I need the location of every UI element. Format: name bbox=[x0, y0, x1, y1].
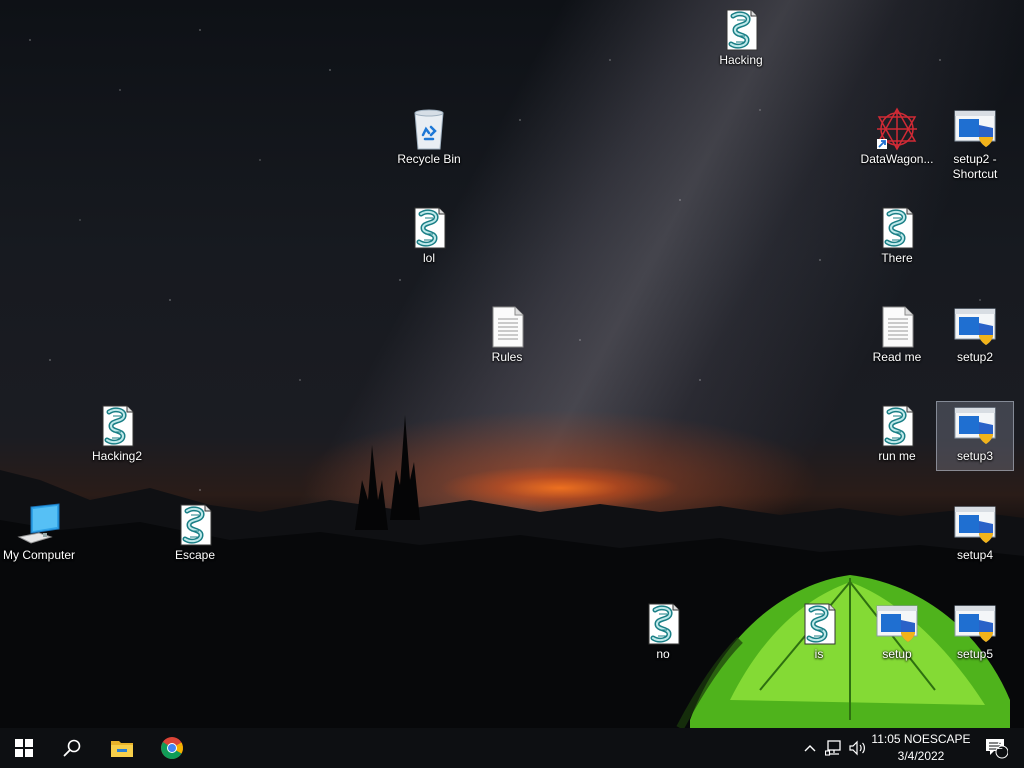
icon-label: Read me bbox=[872, 350, 922, 364]
desktop-icon-recycle-bin[interactable]: Recycle Bin bbox=[391, 105, 467, 170]
desktop-icon-setup3[interactable]: setup3 bbox=[936, 401, 1014, 471]
desktop-icon-my-computer[interactable]: My Computer bbox=[1, 501, 77, 566]
volume-button[interactable] bbox=[846, 728, 870, 768]
icon-label: Escape bbox=[174, 548, 216, 562]
desktop-icon-hacking[interactable]: Hacking bbox=[703, 6, 779, 71]
setup-installer-icon bbox=[953, 305, 997, 349]
datawagon-shortcut-icon bbox=[875, 107, 919, 151]
desktop-icon-hacking2[interactable]: Hacking2 bbox=[79, 402, 155, 467]
volume-icon bbox=[849, 740, 865, 756]
clock-date: 3/4/2022 bbox=[897, 749, 945, 763]
desktop-icon-rules[interactable]: Rules bbox=[469, 303, 545, 368]
icon-label: Rules bbox=[491, 350, 523, 364]
clock-time: 11:05 NOESCAPE bbox=[871, 732, 971, 746]
script-icon bbox=[173, 503, 217, 547]
icon-label: Hacking2 bbox=[91, 449, 143, 463]
show-hidden-icons-button[interactable] bbox=[800, 728, 820, 768]
chrome-button[interactable] bbox=[148, 728, 196, 768]
icon-label: is bbox=[814, 647, 824, 661]
script-icon bbox=[95, 404, 139, 448]
network-button[interactable] bbox=[822, 728, 846, 768]
icon-label: My Computer bbox=[2, 548, 76, 562]
desktop-icon-lol[interactable]: lol bbox=[391, 204, 467, 269]
desktop-icon-setup[interactable]: setup bbox=[859, 600, 935, 665]
text-file-icon bbox=[485, 305, 529, 349]
taskbar: 11:05 NOESCAPE 3/4/2022 2 bbox=[0, 728, 1024, 768]
chrome-icon bbox=[161, 737, 183, 759]
script-icon bbox=[875, 206, 919, 250]
icon-label: setup bbox=[882, 647, 912, 661]
setup-installer-icon bbox=[953, 107, 997, 151]
icon-label: DataWagon... bbox=[860, 152, 934, 166]
desktop-icon-setup5[interactable]: setup5 bbox=[937, 600, 1013, 665]
setup-installer-icon bbox=[953, 503, 997, 547]
script-icon bbox=[797, 602, 841, 646]
recycle-bin-icon bbox=[407, 107, 451, 151]
network-icon bbox=[825, 740, 841, 756]
search-icon bbox=[63, 739, 81, 757]
clock[interactable]: 11:05 NOESCAPE 3/4/2022 bbox=[868, 731, 974, 765]
script-icon bbox=[641, 602, 685, 646]
icon-label: setup5 bbox=[956, 647, 994, 661]
desktop-icon-no[interactable]: no bbox=[625, 600, 701, 665]
icon-label: setup2 - Shortcut bbox=[952, 152, 998, 181]
icon-label: setup4 bbox=[956, 548, 994, 562]
desktop-icon-setup4[interactable]: setup4 bbox=[937, 501, 1013, 566]
icon-label: There bbox=[881, 251, 913, 265]
script-icon bbox=[719, 8, 763, 52]
desktop-icon-escape[interactable]: Escape bbox=[157, 501, 233, 566]
action-center-button[interactable]: 2 bbox=[976, 728, 1016, 768]
icon-label: no bbox=[656, 647, 670, 661]
computer-icon bbox=[17, 503, 61, 547]
chevron-up-icon bbox=[804, 745, 816, 752]
icon-label: setup3 bbox=[956, 449, 994, 463]
setup-installer-icon bbox=[953, 404, 997, 448]
notification-count-badge: 2 bbox=[997, 741, 1003, 752]
desktop-icon-run-me[interactable]: run me bbox=[859, 402, 935, 467]
setup-installer-icon bbox=[875, 602, 919, 646]
icon-label: run me bbox=[878, 449, 916, 463]
search-button[interactable] bbox=[48, 728, 96, 768]
file-explorer-button[interactable] bbox=[98, 728, 146, 768]
icon-label: Recycle Bin bbox=[397, 152, 461, 166]
desktop[interactable]: Hacking Recycle Bin DataWagon... setup2 … bbox=[0, 0, 1024, 728]
desktop-icon-there[interactable]: There bbox=[859, 204, 935, 269]
icon-label: lol bbox=[422, 251, 435, 265]
script-icon bbox=[875, 404, 919, 448]
setup-installer-icon bbox=[953, 602, 997, 646]
text-file-icon bbox=[875, 305, 919, 349]
desktop-icon-datawagon[interactable]: DataWagon... bbox=[859, 105, 935, 170]
desktop-icon-read-me[interactable]: Read me bbox=[859, 303, 935, 368]
icon-label: Hacking bbox=[719, 53, 763, 67]
windows-start-icon bbox=[15, 739, 33, 757]
start-button[interactable] bbox=[0, 728, 48, 768]
desktop-icon-setup2-shortcut[interactable]: setup2 - Shortcut bbox=[937, 105, 1013, 185]
script-icon bbox=[407, 206, 451, 250]
file-explorer-icon bbox=[111, 741, 133, 757]
desktop-icon-setup2[interactable]: setup2 bbox=[937, 303, 1013, 368]
desktop-icon-is[interactable]: is bbox=[781, 600, 857, 665]
icon-label: setup2 bbox=[956, 350, 994, 364]
